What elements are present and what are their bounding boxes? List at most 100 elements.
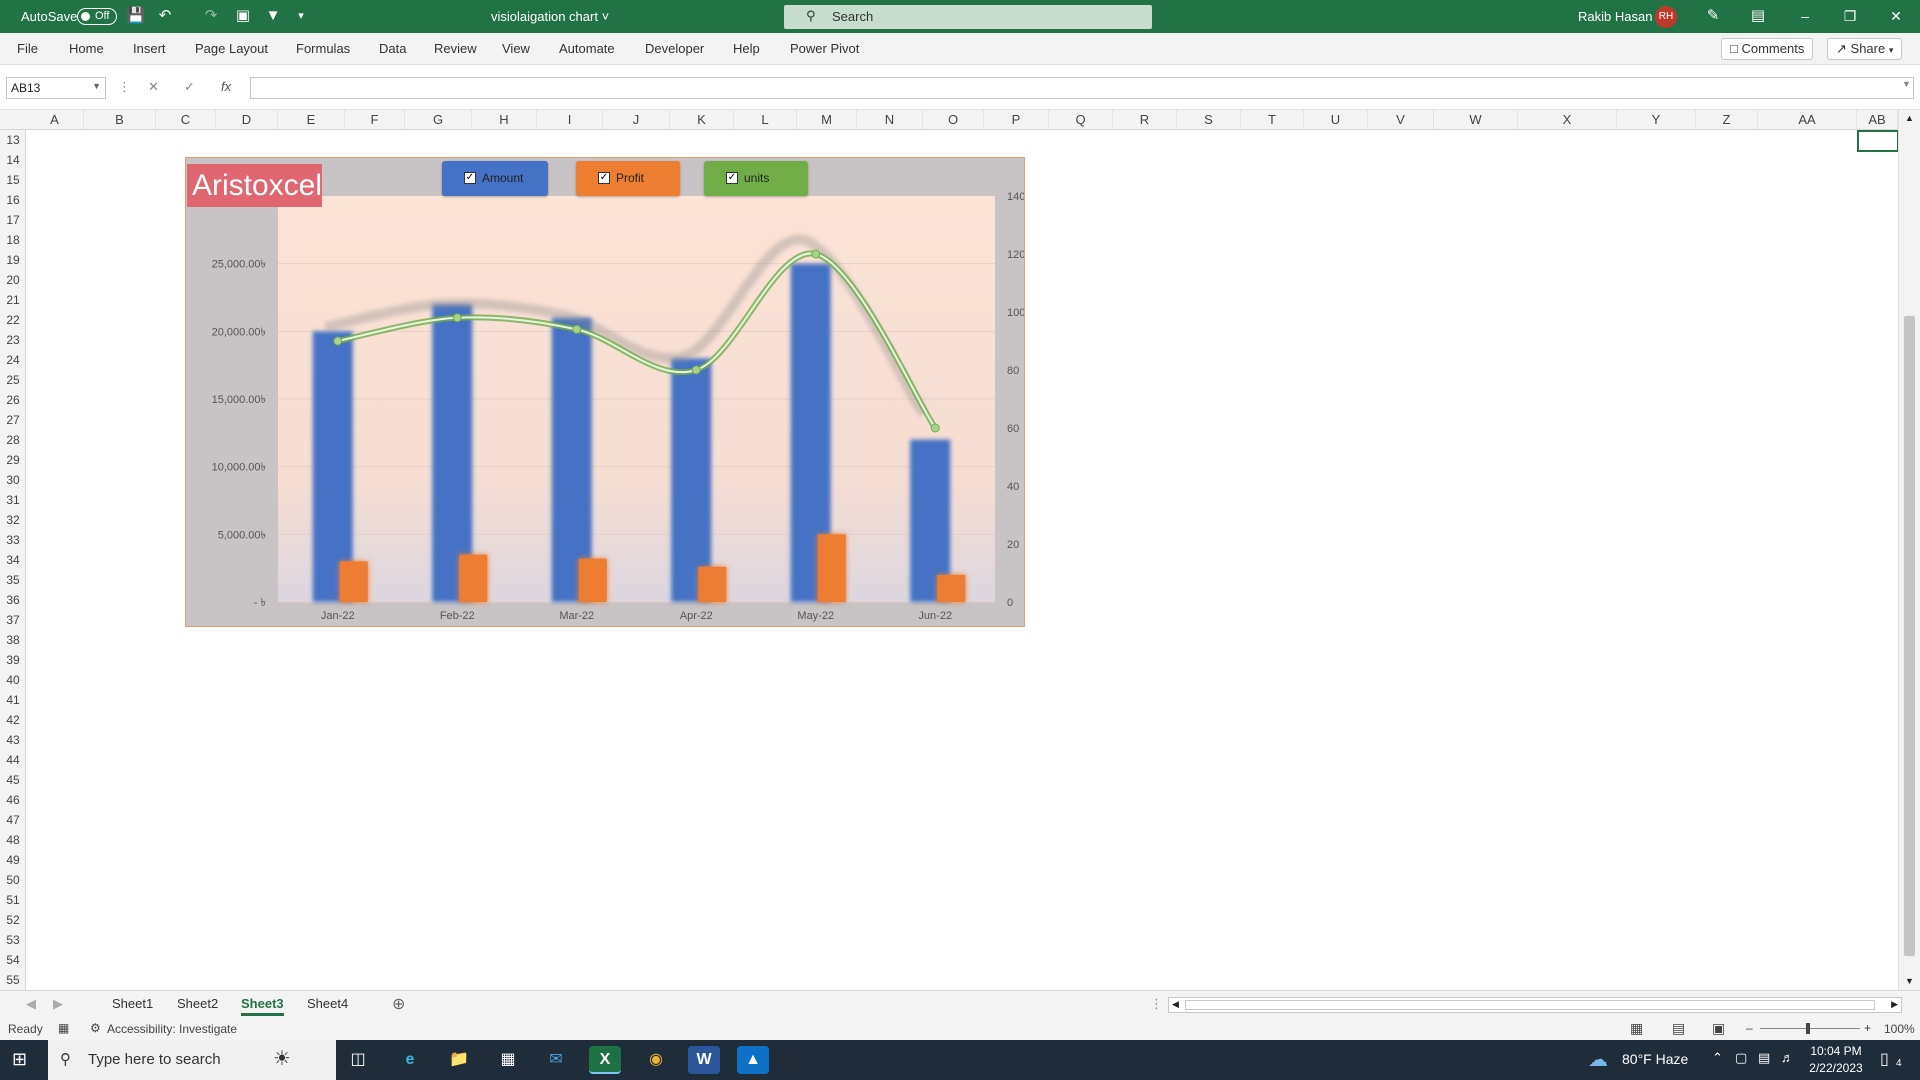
scroll-left-icon[interactable]: ◀ xyxy=(26,996,36,1012)
column-header[interactable]: AA xyxy=(1758,110,1857,130)
column-header[interactable]: I xyxy=(537,110,603,130)
row-header[interactable]: 40 xyxy=(0,670,26,690)
row-header[interactable]: 19 xyxy=(0,250,26,270)
tab-data[interactable]: Data xyxy=(379,41,406,56)
column-header[interactable]: B xyxy=(84,110,156,130)
ribbon-display-icon[interactable]: ▤ xyxy=(1747,6,1769,26)
enter-icon[interactable]: ✓ xyxy=(184,79,195,95)
word-icon[interactable]: W xyxy=(688,1046,720,1074)
row-header[interactable]: 41 xyxy=(0,690,26,710)
tab-power-pivot[interactable]: Power Pivot xyxy=(790,41,859,56)
sheet-tab-sheet3[interactable]: Sheet3 xyxy=(241,996,284,1016)
search-box[interactable]: ⚲ Search xyxy=(784,5,1152,29)
row-header[interactable]: 47 xyxy=(0,810,26,830)
tab-developer[interactable]: Developer xyxy=(645,41,704,56)
row-header[interactable]: 32 xyxy=(0,510,26,530)
column-header[interactable]: F xyxy=(345,110,405,130)
column-header[interactable]: T xyxy=(1241,110,1304,130)
sheet-tab-sheet1[interactable]: Sheet1 xyxy=(112,996,153,1011)
scroll-left-icon[interactable]: ◀ xyxy=(1172,999,1179,1010)
column-header[interactable]: R xyxy=(1113,110,1177,130)
photos-icon[interactable]: ▲ xyxy=(737,1046,769,1074)
column-header[interactable]: O xyxy=(923,110,984,130)
tab-view[interactable]: View xyxy=(502,41,530,56)
formula-input[interactable] xyxy=(250,77,1914,99)
function-icon[interactable]: fx xyxy=(221,79,231,94)
column-header[interactable]: U xyxy=(1304,110,1368,130)
row-header[interactable]: 37 xyxy=(0,610,26,630)
column-header[interactable]: M xyxy=(797,110,857,130)
sheet-tab-sheet4[interactable]: Sheet4 xyxy=(307,996,348,1011)
add-sheet-icon[interactable]: ⊕ xyxy=(392,994,405,1014)
zoom-slider-handle[interactable] xyxy=(1806,1023,1810,1034)
row-header[interactable]: 25 xyxy=(0,370,26,390)
cancel-icon[interactable]: ✕ xyxy=(148,79,159,95)
pen-icon[interactable]: ✎ xyxy=(1702,6,1724,26)
row-header[interactable]: 14 xyxy=(0,150,26,170)
column-header[interactable]: D xyxy=(216,110,278,130)
undo-icon[interactable]: ↶ xyxy=(154,6,176,26)
scroll-down-icon[interactable]: ▼ xyxy=(1905,976,1914,986)
row-header[interactable]: 44 xyxy=(0,750,26,770)
row-header[interactable]: 54 xyxy=(0,950,26,970)
row-header[interactable]: 52 xyxy=(0,910,26,930)
row-header[interactable]: 17 xyxy=(0,210,26,230)
row-header[interactable]: 21 xyxy=(0,290,26,310)
restore-icon[interactable]: ❐ xyxy=(1830,4,1870,28)
selected-cell[interactable] xyxy=(1857,130,1899,152)
file-name[interactable]: visiolaigation chart ˅ xyxy=(491,9,609,24)
row-header[interactable]: 29 xyxy=(0,450,26,470)
page-break-view-icon[interactable]: ▣ xyxy=(1712,1020,1725,1037)
file-explorer-icon[interactable]: 📁 xyxy=(443,1046,475,1074)
notification-icon[interactable]: ▯ xyxy=(1880,1049,1889,1069)
accessibility-status[interactable]: Accessibility: Investigate xyxy=(107,1022,237,1036)
accessibility-icon[interactable]: ⚙ xyxy=(90,1021,101,1035)
row-header[interactable]: 18 xyxy=(0,230,26,250)
avatar[interactable]: RH xyxy=(1655,6,1677,28)
tab-page-layout[interactable]: Page Layout xyxy=(195,41,268,56)
zoom-level[interactable]: 100% xyxy=(1884,1022,1915,1036)
search-highlight-icon[interactable]: ☀ xyxy=(273,1046,291,1071)
row-header[interactable]: 20 xyxy=(0,270,26,290)
zoom-in-icon[interactable]: + xyxy=(1864,1021,1871,1035)
camera-icon[interactable]: ▣ xyxy=(232,6,254,26)
column-header[interactable]: N xyxy=(857,110,923,130)
edge-icon[interactable]: e xyxy=(394,1046,426,1074)
row-header[interactable]: 46 xyxy=(0,790,26,810)
tab-review[interactable]: Review xyxy=(434,41,477,56)
tab-help[interactable]: Help xyxy=(733,41,760,56)
select-all-corner[interactable] xyxy=(0,110,26,130)
checkbox-units[interactable]: ✓ xyxy=(726,172,738,184)
column-header[interactable]: Y xyxy=(1617,110,1696,130)
column-header[interactable]: V xyxy=(1368,110,1434,130)
close-icon[interactable]: ✕ xyxy=(1876,4,1916,28)
row-header[interactable]: 26 xyxy=(0,390,26,410)
row-header[interactable]: 24 xyxy=(0,350,26,370)
show-hidden-icons[interactable]: ⌃ xyxy=(1712,1050,1723,1066)
scroll-thumb[interactable] xyxy=(1904,316,1915,956)
row-header[interactable]: 27 xyxy=(0,410,26,430)
comments-button[interactable]: □ Comments xyxy=(1721,38,1814,60)
row-header[interactable]: 36 xyxy=(0,590,26,610)
row-header[interactable]: 28 xyxy=(0,430,26,450)
vertical-scrollbar[interactable]: ▲ ▼ xyxy=(1898,110,1920,990)
checkbox-profit[interactable]: ✓ xyxy=(598,172,610,184)
tab-insert[interactable]: Insert xyxy=(133,41,166,56)
row-header[interactable]: 38 xyxy=(0,630,26,650)
macro-icon[interactable]: ▦ xyxy=(58,1021,69,1035)
row-header[interactable]: 39 xyxy=(0,650,26,670)
row-header[interactable]: 55 xyxy=(0,970,26,990)
row-header[interactable]: 53 xyxy=(0,930,26,950)
legend-amount-button[interactable]: ✓ Amount xyxy=(442,161,548,196)
row-header[interactable]: 15 xyxy=(0,170,26,190)
row-header[interactable]: 50 xyxy=(0,870,26,890)
row-header[interactable]: 48 xyxy=(0,830,26,850)
row-header[interactable]: 23 xyxy=(0,330,26,350)
task-view-icon[interactable]: ◫ xyxy=(342,1046,374,1074)
column-header[interactable]: H xyxy=(472,110,537,130)
column-header[interactable]: G xyxy=(405,110,472,130)
volume-icon[interactable]: ♬ xyxy=(1781,1050,1794,1065)
tab-formulas[interactable]: Formulas xyxy=(296,41,350,56)
column-header[interactable]: C xyxy=(156,110,216,130)
row-header[interactable]: 31 xyxy=(0,490,26,510)
